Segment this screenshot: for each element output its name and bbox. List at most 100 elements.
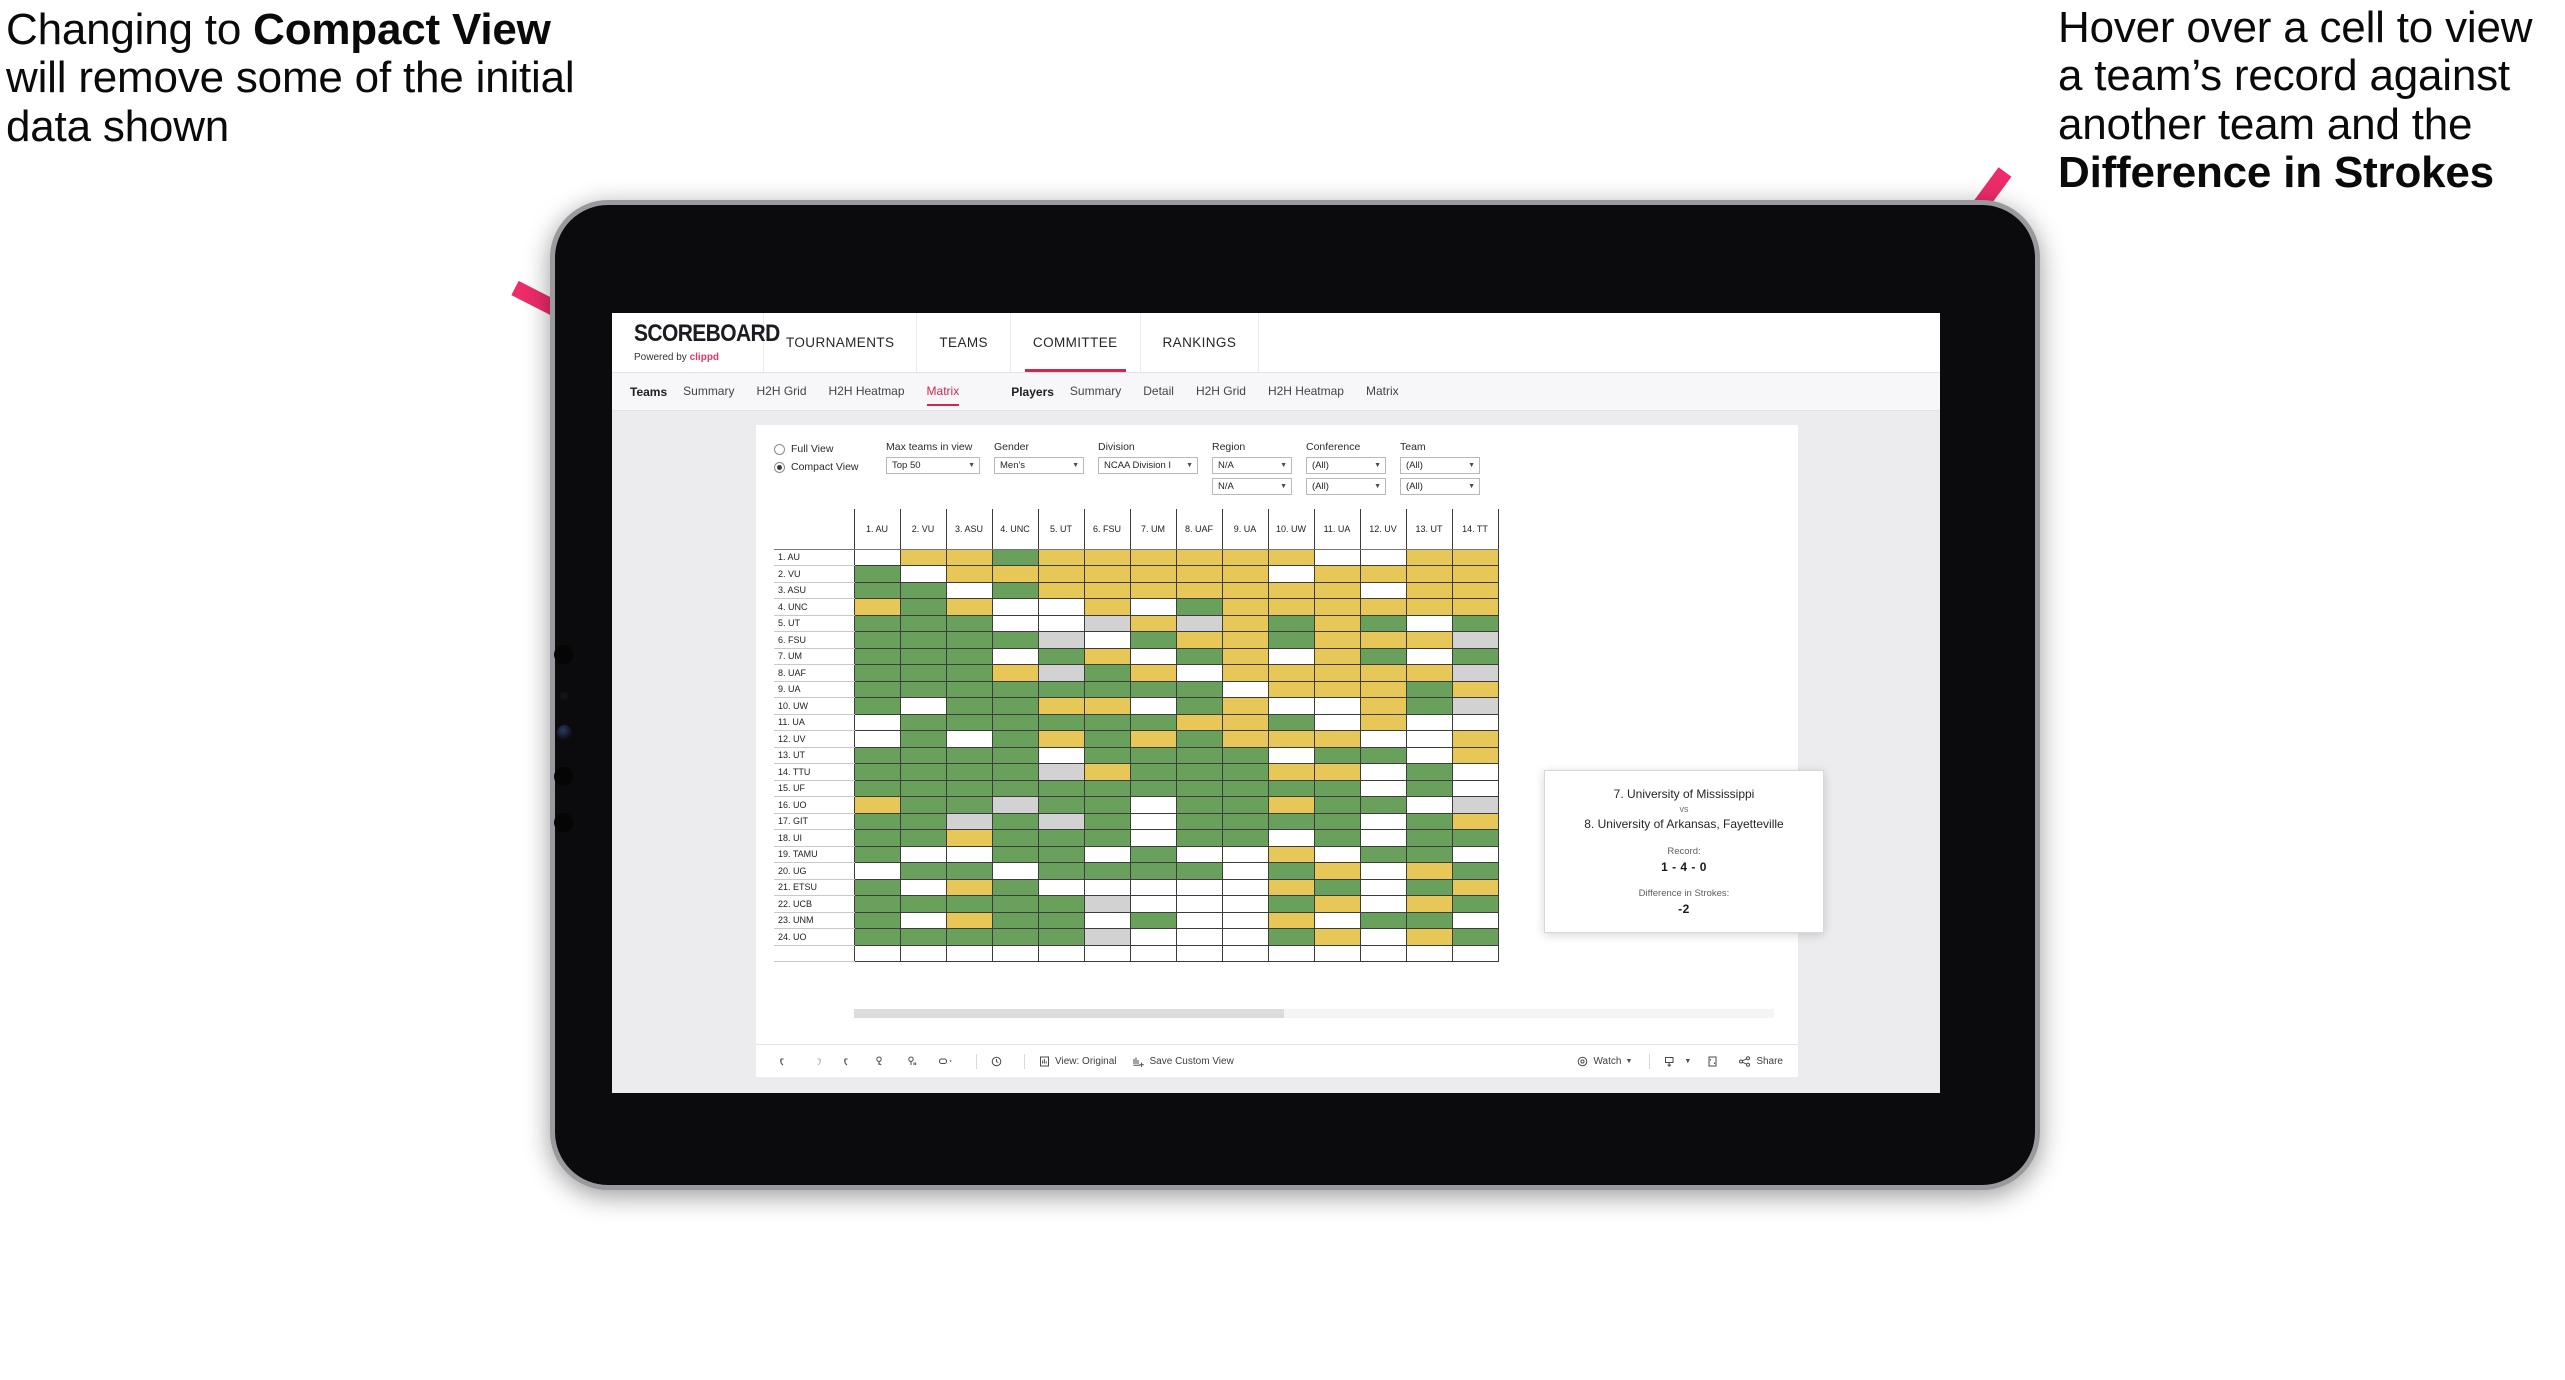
subnav-teams-summary[interactable]: Summary (683, 384, 734, 400)
matrix-cell[interactable] (1038, 681, 1085, 698)
matrix-cell[interactable] (1130, 829, 1177, 847)
matrix-cell[interactable] (1084, 763, 1131, 781)
matrix-cell[interactable] (1268, 763, 1315, 781)
matrix-cell[interactable] (1176, 615, 1223, 632)
matrix-cell[interactable] (1360, 796, 1407, 814)
matrix-cell[interactable] (900, 631, 947, 649)
filter-team-select-1[interactable]: (All) ▼ (1400, 457, 1480, 474)
matrix-cell[interactable] (1452, 813, 1499, 830)
matrix-cell[interactable] (1360, 829, 1407, 847)
matrix-cell[interactable] (946, 912, 993, 929)
matrix-cell[interactable] (1130, 549, 1177, 566)
nav-committee[interactable]: COMMITTEE (1011, 313, 1141, 372)
matrix-cell[interactable] (1176, 648, 1223, 665)
matrix-cell[interactable] (854, 912, 901, 929)
matrix-cell[interactable] (1176, 928, 1223, 946)
matrix-cell[interactable] (1452, 582, 1499, 599)
matrix-cell[interactable] (1084, 681, 1131, 698)
matrix-cell[interactable] (854, 615, 901, 632)
matrix-cell[interactable] (900, 565, 947, 583)
matrix-row-header[interactable]: 15. UF (774, 780, 855, 797)
matrix-cell[interactable] (1452, 763, 1499, 781)
matrix-cell[interactable] (1406, 879, 1453, 896)
history-icon[interactable] (990, 1055, 1007, 1068)
matrix-cell[interactable] (1268, 631, 1315, 649)
save-custom-view-button[interactable]: Save Custom View (1132, 1055, 1234, 1068)
matrix-cell[interactable] (992, 582, 1039, 599)
matrix-cell[interactable] (900, 879, 947, 896)
matrix-cell[interactable] (854, 631, 901, 649)
device-volume-up-button[interactable] (554, 767, 573, 786)
matrix-cell[interactable] (1176, 664, 1223, 682)
matrix-cell[interactable] (1406, 730, 1453, 748)
matrix-row-header[interactable]: 21. ETSU (774, 879, 855, 896)
matrix-cell[interactable] (1406, 598, 1453, 616)
matrix-cell[interactable] (1268, 582, 1315, 599)
filter-region-select-1[interactable]: N/A ▼ (1212, 457, 1292, 474)
matrix-row-header[interactable]: 6. FSU (774, 631, 855, 649)
revert-icon[interactable] (842, 1055, 859, 1068)
subnav-teams-h2h-heatmap[interactable]: H2H Heatmap (829, 384, 905, 400)
matrix-table[interactable]: 1. AU 2. VU 3. ASU 4. UNC 5. UT 6. FSU 7. UM 8.… (774, 509, 1499, 962)
matrix-row-header[interactable]: 7. UM (774, 648, 855, 665)
matrix-cell[interactable] (1314, 565, 1361, 583)
matrix-cell[interactable] (900, 846, 947, 863)
matrix-cell[interactable] (992, 681, 1039, 698)
matrix-cell[interactable] (1222, 780, 1269, 797)
horizontal-scrollbar[interactable] (854, 1009, 1774, 1018)
matrix-cell[interactable] (1452, 796, 1499, 814)
matrix-row-header[interactable]: 17. GIT (774, 813, 855, 830)
matrix-cell[interactable] (1222, 928, 1269, 946)
matrix-cell[interactable] (1038, 846, 1085, 863)
matrix-cell[interactable] (992, 895, 1039, 913)
matrix-cell[interactable] (1360, 763, 1407, 781)
matrix-cell[interactable] (1038, 862, 1085, 880)
matrix-cell[interactable] (1452, 928, 1499, 946)
matrix-col-header[interactable]: 14. TT (1452, 509, 1499, 550)
subnav-players-summary[interactable]: Summary (1070, 384, 1121, 400)
matrix-cell[interactable] (900, 813, 947, 830)
pause-icon[interactable] (906, 1055, 923, 1068)
matrix-cell[interactable] (900, 895, 947, 913)
matrix-cell[interactable] (1130, 615, 1177, 632)
matrix-cell[interactable] (1360, 714, 1407, 731)
matrix-cell[interactable] (1176, 912, 1223, 929)
matrix-cell[interactable] (1222, 615, 1269, 632)
matrix-cell[interactable] (1176, 813, 1223, 830)
matrix-cell[interactable] (1268, 615, 1315, 632)
matrix-cell[interactable] (1406, 796, 1453, 814)
matrix-cell[interactable] (992, 796, 1039, 814)
matrix-cell[interactable] (1084, 747, 1131, 764)
matrix-cell[interactable] (1314, 780, 1361, 797)
matrix-cell[interactable] (1038, 631, 1085, 649)
matrix-cell[interactable] (1406, 697, 1453, 715)
matrix-cell[interactable] (1222, 631, 1269, 649)
matrix-cell[interactable] (992, 664, 1039, 682)
matrix-cell[interactable] (1130, 598, 1177, 616)
matrix-cell[interactable] (1314, 714, 1361, 731)
matrix-cell[interactable] (1360, 615, 1407, 632)
matrix-cell[interactable] (1130, 813, 1177, 830)
matrix-row-header[interactable]: 11. UA (774, 714, 855, 731)
highlight-icon[interactable] (938, 1055, 959, 1068)
matrix-cell[interactable] (1314, 697, 1361, 715)
matrix-cell[interactable] (1130, 582, 1177, 599)
matrix-row-header[interactable]: 14. TTU (774, 763, 855, 781)
matrix-cell[interactable] (900, 598, 947, 616)
matrix-cell[interactable] (1130, 796, 1177, 814)
matrix-cell[interactable] (854, 780, 901, 797)
matrix-cell[interactable] (1452, 912, 1499, 929)
matrix-cell[interactable] (992, 879, 1039, 896)
matrix-cell[interactable] (946, 879, 993, 896)
matrix-cell[interactable] (1084, 615, 1131, 632)
matrix-cell[interactable] (1314, 681, 1361, 698)
matrix-cell[interactable] (1130, 697, 1177, 715)
matrix-cell[interactable] (1130, 747, 1177, 764)
matrix-cell[interactable] (1268, 912, 1315, 929)
matrix-col-header[interactable]: 9. UA (1222, 509, 1269, 550)
matrix-cell[interactable] (1084, 714, 1131, 731)
matrix-row-header[interactable]: 10. UW (774, 697, 855, 715)
nav-rankings[interactable]: RANKINGS (1141, 313, 1260, 372)
matrix-cell[interactable] (992, 846, 1039, 863)
matrix-cell[interactable] (854, 714, 901, 731)
